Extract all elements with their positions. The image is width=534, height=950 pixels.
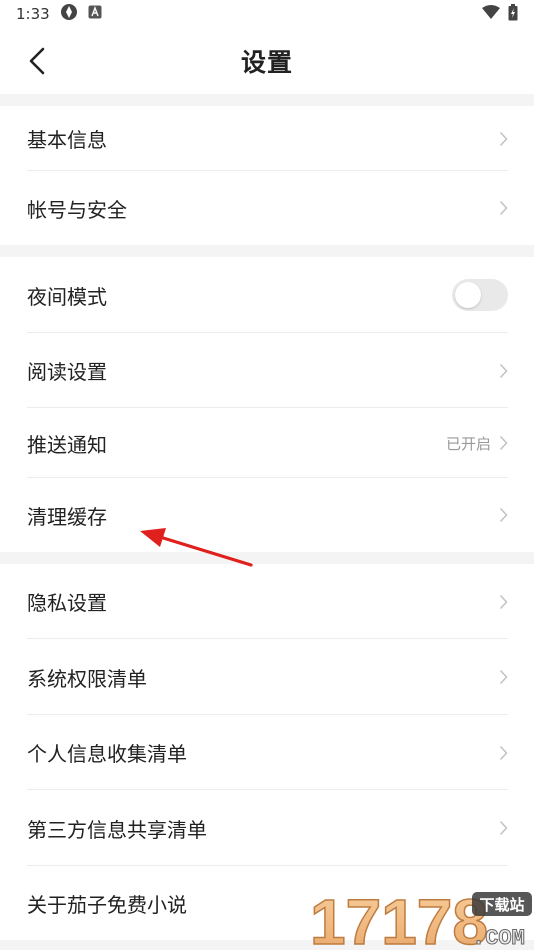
settings-item-right bbox=[499, 820, 508, 836]
battery-icon bbox=[508, 3, 518, 25]
chevron-right-icon bbox=[499, 363, 508, 378]
settings-item-reading[interactable]: 阅读设置 bbox=[0, 333, 534, 408]
settings-item-privacy[interactable]: 隐私设置 bbox=[0, 564, 534, 639]
section-gap bbox=[0, 245, 534, 257]
settings-item-label: 第三方信息共享清单 bbox=[27, 817, 207, 842]
watermark-suffix: .COM bbox=[472, 926, 525, 950]
back-button[interactable] bbox=[20, 44, 54, 78]
settings-item-right bbox=[499, 669, 508, 685]
section-gap bbox=[0, 552, 534, 564]
back-arrow-icon bbox=[29, 47, 45, 75]
watermark-number: 17178 bbox=[310, 886, 488, 950]
settings-item-label: 基本信息 bbox=[27, 128, 107, 152]
settings-item-right: 已开启 bbox=[446, 433, 508, 454]
settings-item-right bbox=[499, 131, 508, 147]
chevron-right-icon bbox=[499, 594, 508, 609]
toggle-knob bbox=[455, 282, 481, 308]
app-notification-icon bbox=[60, 3, 78, 25]
settings-item-label: 推送通知 bbox=[27, 432, 107, 457]
chevron-right-icon bbox=[499, 435, 508, 451]
watermark-tag: 下载站 bbox=[479, 896, 524, 914]
settings-item-label: 夜间模式 bbox=[27, 284, 107, 309]
section-gap bbox=[0, 94, 534, 106]
settings-item-night-mode: 夜间模式 bbox=[0, 257, 534, 333]
settings-item-system-permissions[interactable]: 系统权限清单 bbox=[0, 639, 534, 715]
chevron-right-icon bbox=[499, 820, 508, 836]
settings-item-label: 帐号与安全 bbox=[27, 197, 127, 222]
status-right bbox=[482, 3, 518, 25]
settings-item-label: 阅读设置 bbox=[27, 360, 107, 384]
nav-bar: 设置 bbox=[0, 28, 534, 94]
chevron-right-icon bbox=[499, 745, 508, 760]
settings-item-basic-info[interactable]: 基本信息 bbox=[0, 106, 534, 171]
settings-item-right bbox=[452, 279, 508, 311]
a-notification-icon bbox=[88, 5, 102, 23]
settings-item-right bbox=[499, 507, 508, 523]
settings-item-label: 隐私设置 bbox=[27, 591, 107, 615]
page-title: 设置 bbox=[240, 48, 293, 77]
settings-item-right bbox=[499, 200, 508, 216]
settings-item-personal-info-collection[interactable]: 个人信息收集清单 bbox=[0, 715, 534, 790]
chevron-right-icon bbox=[499, 669, 508, 685]
settings-item-label: 个人信息收集清单 bbox=[27, 742, 187, 766]
settings-item-third-party-sharing[interactable]: 第三方信息共享清单 bbox=[0, 790, 534, 866]
settings-item-label: 关于茄子免费小说 bbox=[27, 892, 187, 917]
status-left: 1:33 bbox=[16, 3, 102, 25]
settings-item-label: 清理缓存 bbox=[27, 504, 107, 529]
watermark-logo: 17178 下载站 .COM bbox=[309, 885, 532, 950]
settings-item-label: 系统权限清单 bbox=[27, 666, 147, 691]
settings-item-right bbox=[499, 594, 508, 610]
status-time: 1:33 bbox=[16, 5, 50, 23]
chevron-right-icon bbox=[499, 131, 508, 146]
settings-item-right bbox=[499, 363, 508, 379]
settings-item-account-security[interactable]: 帐号与安全 bbox=[0, 171, 534, 245]
chevron-right-icon bbox=[499, 200, 508, 216]
night-mode-toggle[interactable] bbox=[452, 279, 508, 311]
settings-item-clear-cache[interactable]: 清理缓存 bbox=[0, 478, 534, 552]
settings-item-right bbox=[499, 745, 508, 761]
wifi-icon bbox=[482, 4, 500, 24]
annotation-arrow bbox=[140, 528, 253, 567]
push-status-text: 已开启 bbox=[445, 434, 491, 453]
status-bar: 1:33 bbox=[0, 0, 534, 28]
chevron-right-icon bbox=[499, 507, 508, 523]
settings-item-push-notification[interactable]: 推送通知 已开启 bbox=[0, 408, 534, 478]
